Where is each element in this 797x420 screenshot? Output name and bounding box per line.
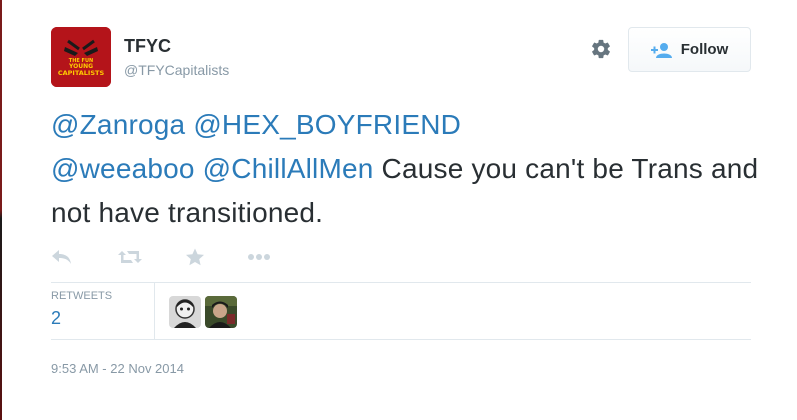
follow-label: Follow (680, 41, 729, 58)
divider (51, 282, 751, 283)
mention-link[interactable]: @Zanroga (51, 109, 185, 140)
author-handle[interactable]: @TFYCapitalists (124, 62, 229, 78)
svg-text:CAPITALISTS: CAPITALISTS (58, 69, 105, 77)
more-icon (248, 254, 270, 260)
mention-link[interactable]: @HEX_BOYFRIEND (193, 109, 461, 140)
follow-button[interactable]: Follow (628, 27, 751, 72)
tweet-text: @Zanroga @HEX_BOYFRIEND @weeaboo @ChillAl… (51, 103, 771, 235)
favorite-button[interactable] (185, 245, 205, 269)
retweeter-avatar[interactable] (169, 296, 201, 328)
avatar-image-icon (169, 296, 201, 328)
window-edge (0, 0, 2, 420)
retweets-label: RETWEETS (51, 290, 113, 302)
tweet-page: THE FUN YOUNG CAPITALISTS TFYC @TFYCapit… (0, 0, 797, 420)
more-button[interactable] (247, 245, 271, 269)
gear-icon (592, 39, 610, 59)
add-user-icon (650, 42, 672, 58)
tfyc-logo-icon: THE FUN YOUNG CAPITALISTS (51, 27, 111, 87)
mention-link[interactable]: @weeaboo (51, 153, 195, 184)
retweets-count[interactable]: 2 (51, 308, 61, 329)
stats-separator (154, 283, 155, 339)
author-name[interactable]: TFYC (124, 36, 171, 57)
mention-link[interactable]: @ChillAllMen (203, 153, 374, 184)
star-icon (186, 248, 204, 266)
tweet-timestamp[interactable]: 9:53 AM - 22 Nov 2014 (51, 361, 184, 376)
retweeter-avatar[interactable] (205, 296, 237, 328)
reply-button[interactable] (51, 245, 73, 269)
retweet-icon (118, 251, 142, 263)
divider (51, 339, 751, 340)
avatar-image-icon (205, 296, 237, 328)
tweet-text-segment (195, 153, 203, 184)
reply-icon (52, 250, 71, 264)
retweet-button[interactable] (117, 245, 143, 269)
user-actions-button[interactable] (588, 36, 614, 62)
avatar[interactable]: THE FUN YOUNG CAPITALISTS (51, 27, 111, 87)
